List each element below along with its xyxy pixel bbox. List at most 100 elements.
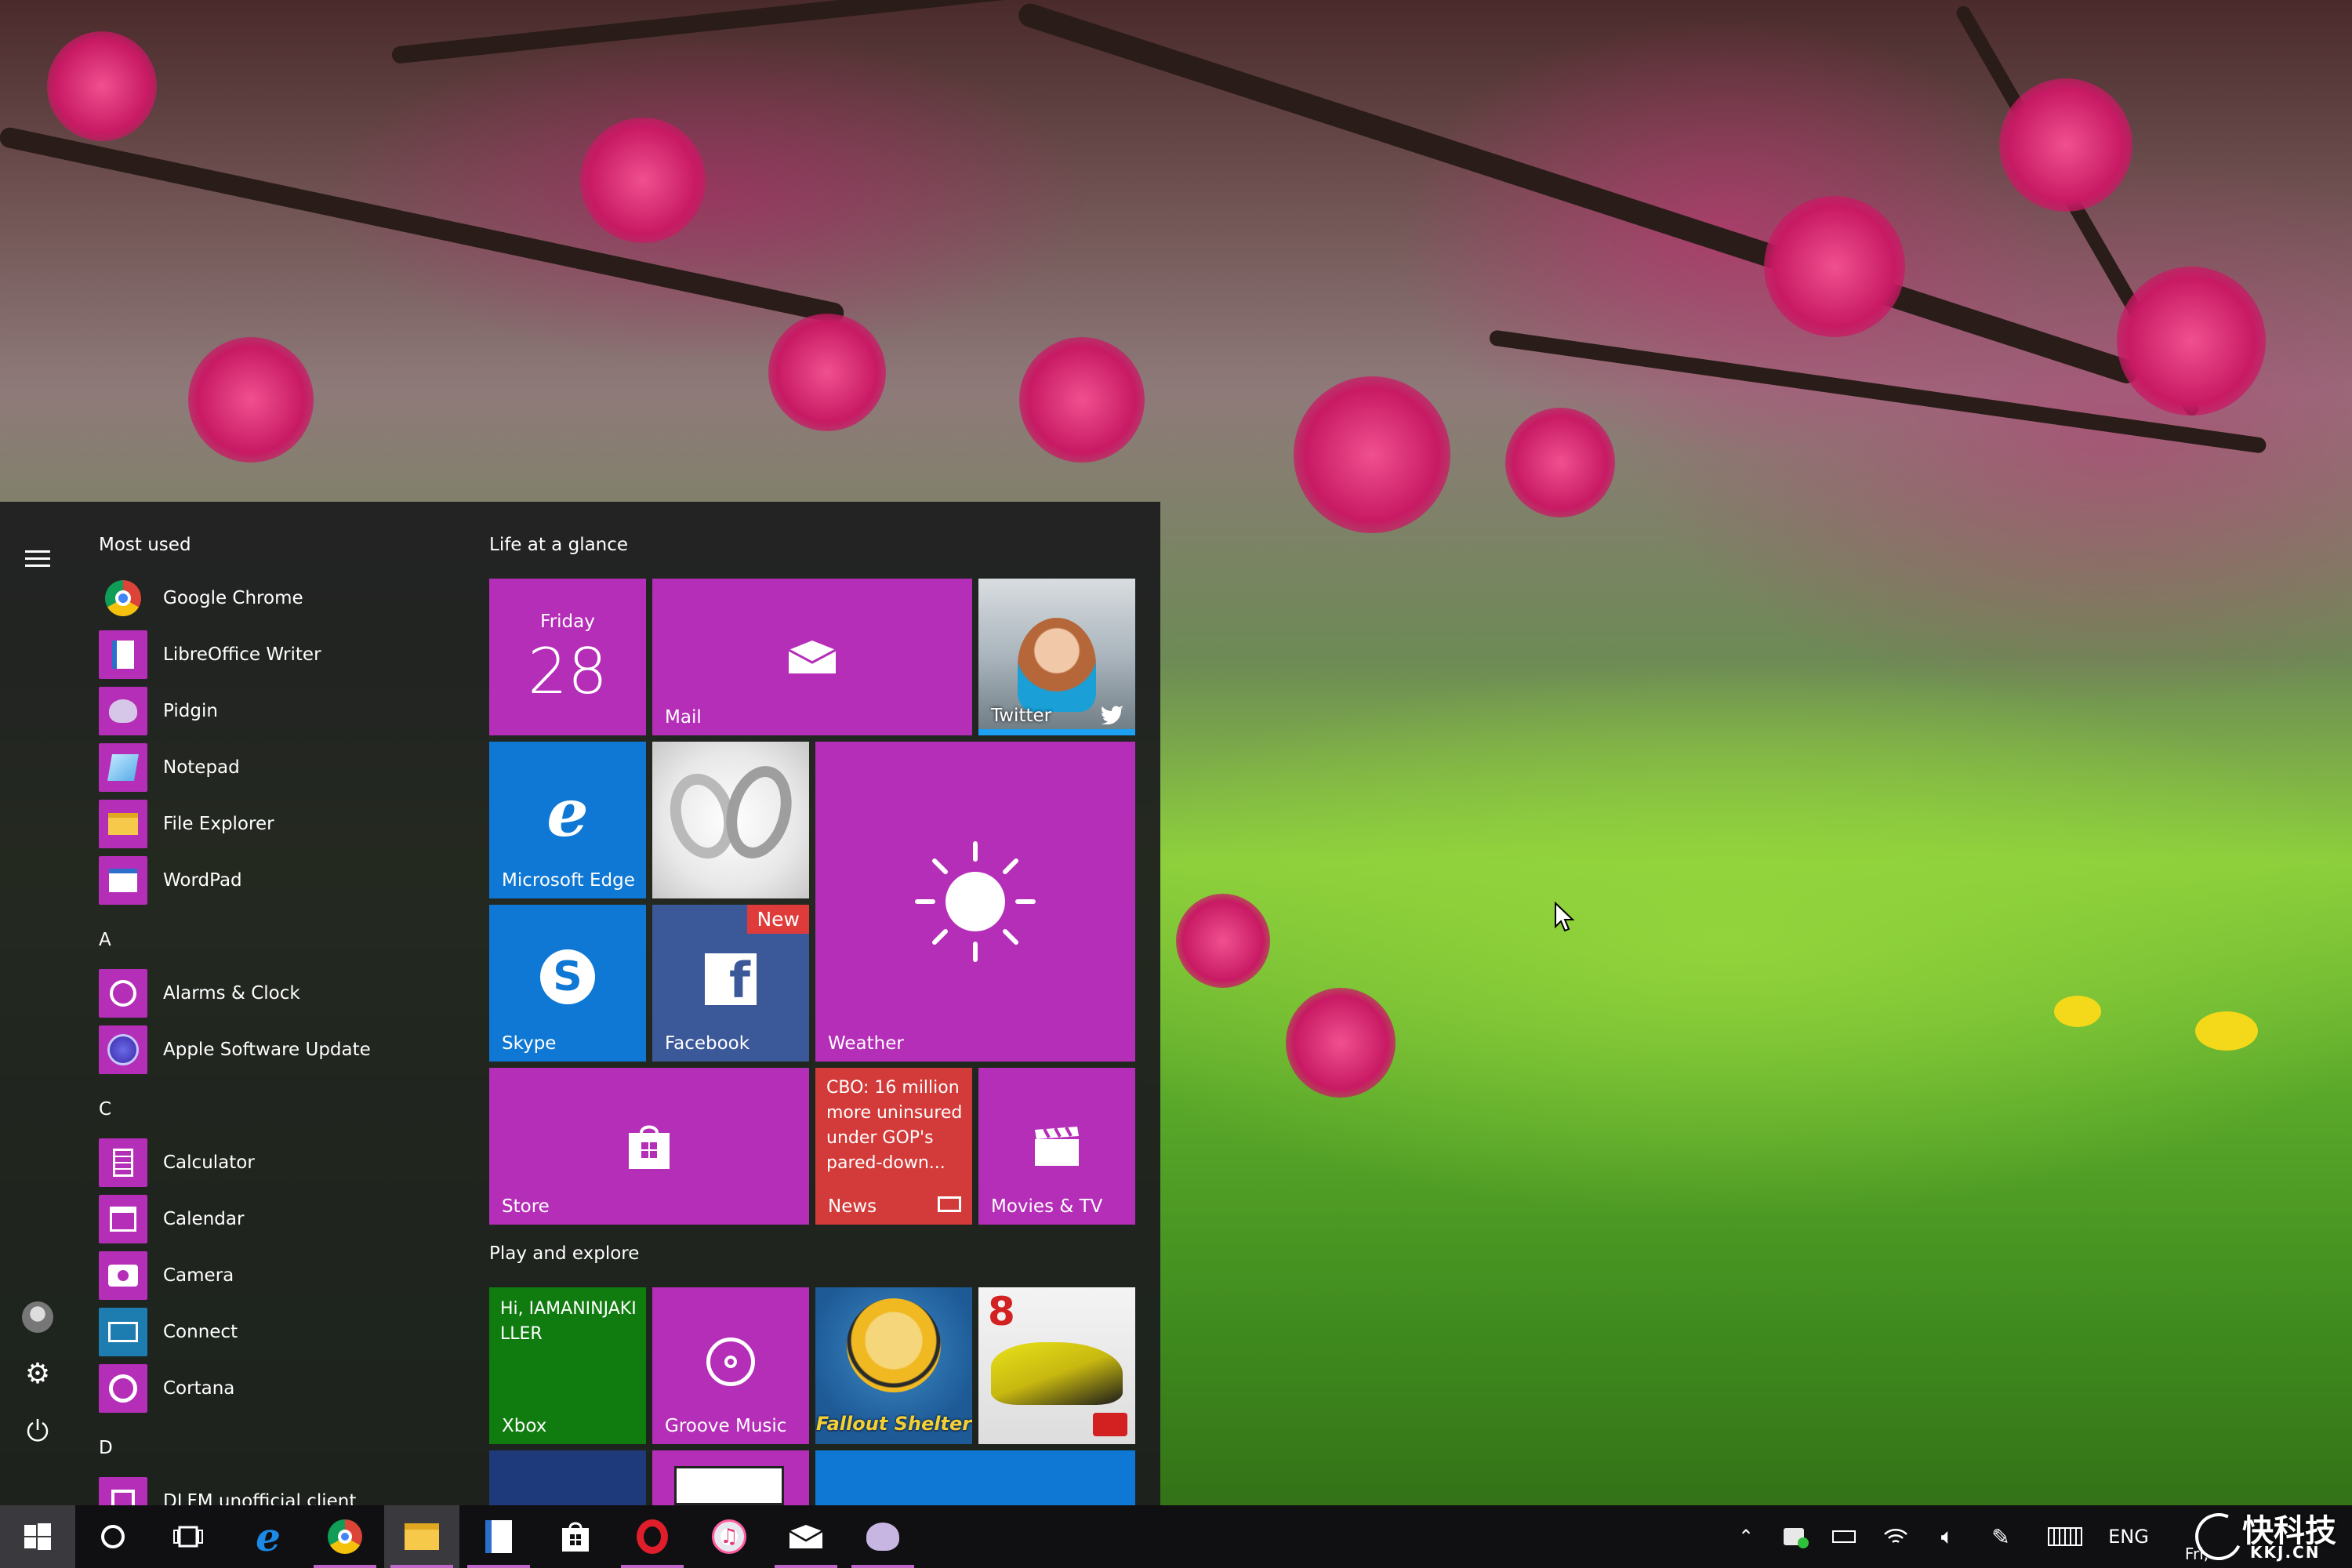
app-pidgin[interactable]: Pidgin [99, 685, 467, 737]
partial-tile-3[interactable] [815, 1450, 1135, 1505]
hamburger-menu-button[interactable] [16, 536, 60, 580]
settings-button[interactable]: ⚙ [16, 1352, 60, 1396]
taskbar-chrome[interactable] [307, 1505, 383, 1568]
libreoffice-writer-icon [99, 630, 147, 679]
battery-icon [1832, 1530, 1856, 1543]
volume-button[interactable]: 🔈︎ [1929, 1505, 1966, 1568]
microsoft-edge-tile[interactable]: e Microsoft Edge [489, 742, 646, 898]
mail-icon [788, 641, 837, 673]
calendar-tile[interactable]: Friday 28 [489, 579, 646, 735]
twitter-tile-label: Twitter [991, 706, 1052, 726]
groove-music-tile[interactable]: Groove Music [652, 1287, 809, 1444]
task-view-icon [173, 1526, 203, 1548]
skype-tile[interactable]: S Skype [489, 905, 646, 1062]
letter-header-c[interactable]: C [99, 1099, 111, 1120]
mail-tile[interactable]: Mail [652, 579, 972, 735]
play-and-explore-heading[interactable]: Play and explore [489, 1243, 639, 1264]
app-list: Most used Google Chrome LibreOffice Writ… [78, 502, 470, 1505]
app-label: Calendar [163, 1209, 245, 1229]
store-tile-label: Store [502, 1196, 550, 1217]
fallout-logo-text: Fallout Shelter [815, 1413, 972, 1435]
hamburger-icon [25, 550, 50, 567]
movies-tv-tile-label: Movies & TV [991, 1196, 1103, 1217]
fallout-shelter-tile[interactable]: Fallout Shelter [815, 1287, 972, 1444]
asphalt-8-tile[interactable]: 8 [978, 1287, 1135, 1444]
app-cortana[interactable]: Cortana [99, 1363, 467, 1414]
network-button[interactable] [1877, 1505, 1915, 1568]
app-wordpad[interactable]: WordPad [99, 855, 467, 906]
taskbar: e ♫ ⌃ 🔈︎ ✎ ENG Fri, [0, 1505, 2352, 1568]
show-hidden-icons-button[interactable]: ⌃ [1728, 1505, 1764, 1568]
partial-tile-1[interactable] [489, 1450, 646, 1505]
user-account-button[interactable] [16, 1295, 60, 1339]
app-google-chrome[interactable]: Google Chrome [99, 572, 467, 624]
cortana-search-button[interactable] [75, 1505, 151, 1568]
movies-tv-tile[interactable]: Movies & TV [978, 1068, 1135, 1225]
letter-header-d[interactable]: D [99, 1438, 113, 1458]
power-button[interactable] [16, 1408, 60, 1452]
app-connect[interactable]: Connect [99, 1306, 467, 1358]
connect-icon [99, 1308, 147, 1356]
app-libreoffice-writer[interactable]: LibreOffice Writer [99, 629, 467, 681]
app-notepad[interactable]: Notepad [99, 742, 467, 793]
rings-photo-tile[interactable] [652, 742, 809, 898]
edge-tile-label: Microsoft Edge [502, 870, 635, 891]
taskbar-pidgin[interactable] [845, 1505, 920, 1568]
watermark-logo-icon [2188, 1506, 2249, 1567]
store-bag-icon [629, 1125, 670, 1169]
calendar-tile-date: 28 [528, 635, 608, 708]
app-camera[interactable]: Camera [99, 1250, 467, 1301]
facebook-tile[interactable]: New f Facebook [652, 905, 809, 1062]
taskbar-libreoffice-writer[interactable] [461, 1505, 536, 1568]
wordpad-icon [99, 856, 147, 905]
app-label: Connect [163, 1322, 238, 1342]
store-bag-icon [562, 1522, 589, 1552]
news-tile[interactable]: CBO: 16 million more uninsured under GOP… [815, 1068, 972, 1225]
most-used-heading: Most used [99, 535, 191, 555]
xbox-tile[interactable]: Hi, IAMANINJAKILLER Xbox [489, 1287, 646, 1444]
letter-header-a[interactable]: A [99, 930, 111, 950]
asphalt-number: 8 [988, 1289, 1015, 1334]
xbox-tile-label: Xbox [502, 1416, 547, 1436]
app-label: Apple Software Update [163, 1040, 371, 1060]
taskbar-file-explorer[interactable] [384, 1505, 459, 1568]
watermark: 快科技 KKJ.CN [2188, 1504, 2344, 1567]
edge-icon: e [256, 1513, 281, 1560]
opera-icon [637, 1519, 668, 1554]
taskbar-store[interactable] [538, 1505, 613, 1568]
partial-tile-2[interactable] [652, 1450, 809, 1505]
news-headline: CBO: 16 million more uninsured under GOP… [826, 1078, 963, 1173]
pen-workspace-button[interactable]: ✎ [1982, 1505, 2020, 1568]
taskbar-edge[interactable]: e [230, 1505, 306, 1568]
tray-app-icon [1784, 1528, 1809, 1548]
input-language-button[interactable]: ENG [2101, 1505, 2156, 1568]
skype-icon: S [540, 949, 595, 1004]
app-apple-software-update[interactable]: Apple Software Update [99, 1024, 467, 1076]
twitter-photo [1018, 618, 1096, 712]
sun-icon [915, 841, 1036, 962]
tray-app-button[interactable] [1775, 1505, 1813, 1568]
app-calendar[interactable]: Calendar [99, 1193, 467, 1245]
battery-button[interactable] [1825, 1505, 1863, 1568]
app-alarms-clock[interactable]: Alarms & Clock [99, 967, 467, 1019]
app-calculator[interactable]: Calculator [99, 1137, 467, 1189]
calendar-tile-day: Friday [540, 612, 595, 632]
taskbar-mail[interactable] [768, 1505, 844, 1568]
touch-keyboard-button[interactable] [2042, 1505, 2089, 1568]
pen-icon: ✎ [1991, 1523, 2010, 1550]
windows-logo-icon [24, 1523, 51, 1550]
life-at-a-glance-heading[interactable]: Life at a glance [489, 535, 628, 555]
taskbar-opera[interactable] [615, 1505, 690, 1568]
itunes-icon: ♫ [712, 1519, 746, 1554]
task-view-button[interactable] [151, 1505, 226, 1568]
newspaper-icon [938, 1196, 961, 1212]
start-left-rail: ⚙ [0, 502, 78, 1505]
store-tile[interactable]: Store [489, 1068, 809, 1225]
twitter-tile[interactable]: Twitter [978, 579, 1135, 735]
start-button[interactable] [0, 1505, 75, 1568]
app-file-explorer[interactable]: File Explorer [99, 798, 467, 850]
tile-area: Life at a glance Friday 28 Mail Twitter … [470, 502, 1160, 1505]
app-dlfm-unofficial-client[interactable]: DLFM unofficial client [99, 1475, 467, 1505]
taskbar-itunes[interactable]: ♫ [691, 1505, 767, 1568]
weather-tile[interactable]: Weather [815, 742, 1135, 1062]
